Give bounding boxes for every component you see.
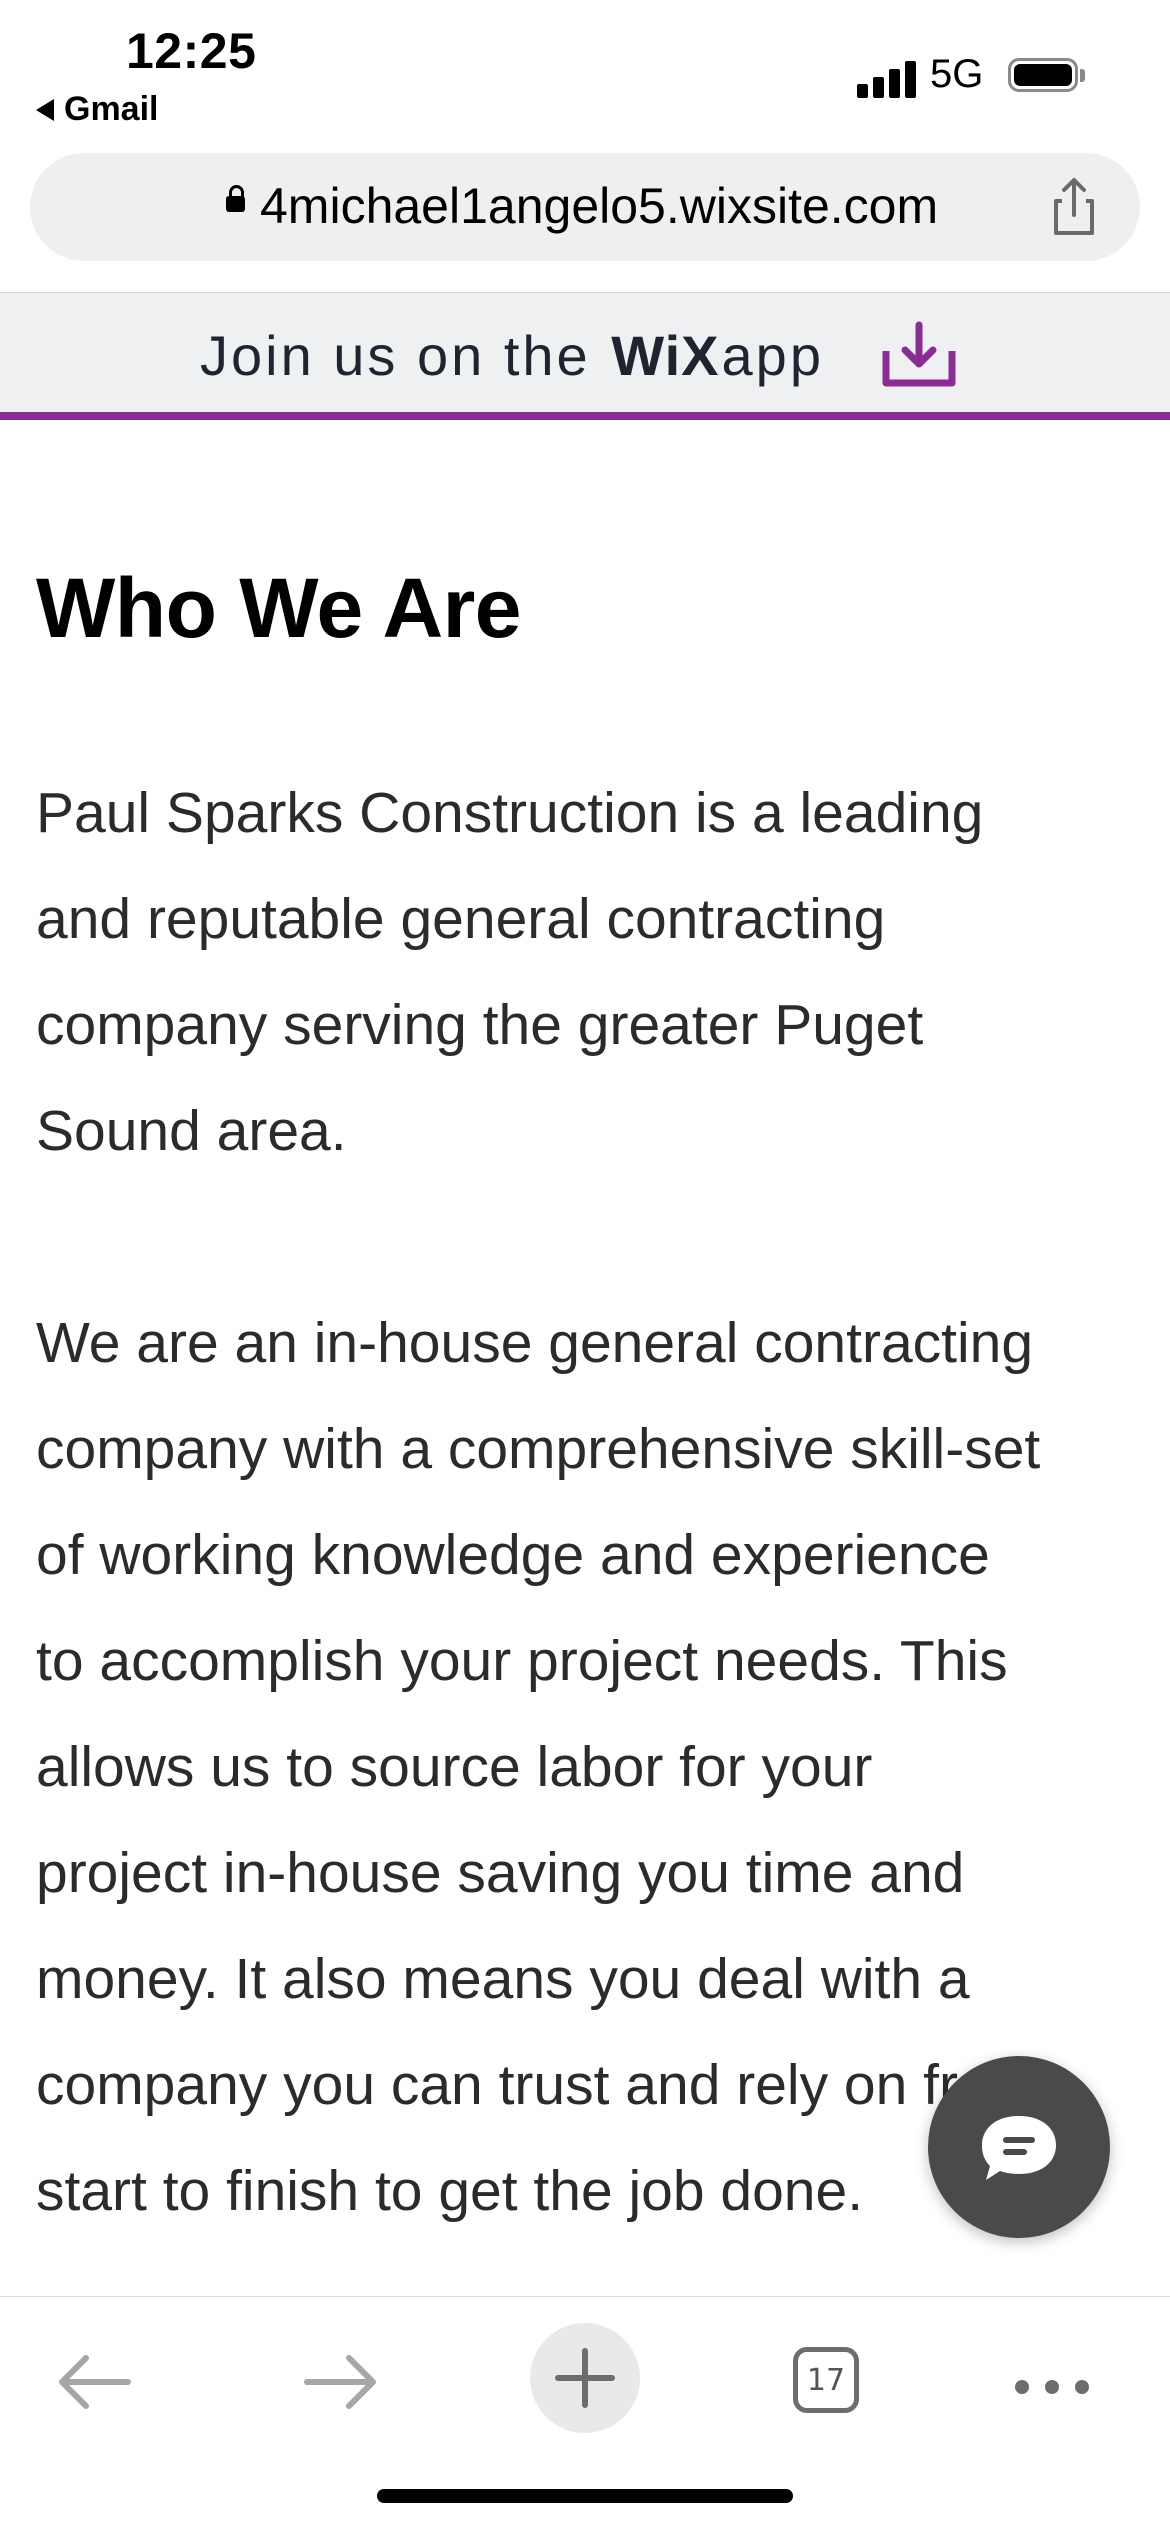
arrow-right-icon[interactable]	[285, 2327, 395, 2437]
status-bar: 12:25 Gmail 5G	[0, 0, 1170, 145]
wix-banner-prefix: Join us on the	[200, 324, 591, 387]
wix-banner-text: Join us on the WiXapp	[200, 323, 824, 388]
page-heading: Who We Are	[36, 561, 522, 655]
plus-icon	[555, 2348, 615, 2408]
tab-count: 17	[793, 2347, 859, 2413]
share-icon[interactable]	[1042, 175, 1106, 239]
home-indicator[interactable]	[377, 2489, 793, 2503]
new-tab-button[interactable]	[530, 2323, 640, 2433]
chat-icon	[982, 2116, 1056, 2180]
battery-icon	[1008, 58, 1086, 96]
intro-paragraph: Paul Sparks Construction is a leading an…	[36, 781, 984, 1163]
wix-app-banner[interactable]: Join us on the WiXapp	[0, 292, 1170, 420]
more-dots-icon[interactable]	[1000, 2327, 1110, 2437]
status-time: 12:25	[126, 23, 257, 79]
wix-banner-suffix: app	[721, 324, 824, 387]
back-to-app-link[interactable]: Gmail	[36, 90, 158, 129]
about-paragraph: We are an in-house general contracting c…	[36, 1311, 1041, 2223]
download-icon[interactable]	[880, 321, 958, 389]
signal-bars-icon	[857, 58, 917, 98]
lock-icon	[226, 185, 245, 212]
address-bar[interactable]: 4michael1angelo5.wixsite.com	[30, 153, 1140, 261]
wix-logo: WiX	[611, 324, 720, 387]
chat-button[interactable]	[928, 2056, 1110, 2238]
main-content: Who We Are Paul Sparks Construction is a…	[36, 560, 1040, 2223]
url-text[interactable]: 4michael1angelo5.wixsite.com	[260, 177, 938, 235]
tabs-button[interactable]: 17	[775, 2327, 885, 2437]
network-type: 5G	[930, 52, 984, 96]
back-app-label: Gmail	[64, 90, 159, 128]
arrow-left-icon[interactable]	[40, 2327, 150, 2437]
back-triangle-icon	[36, 99, 54, 121]
